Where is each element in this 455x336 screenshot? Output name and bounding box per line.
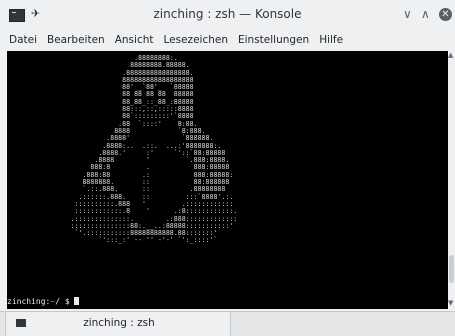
tab-bar: zinching : zsh xyxy=(0,311,455,336)
scroll-down-icon[interactable]: ▼ xyxy=(448,299,453,307)
maximize-button[interactable]: ∧ xyxy=(421,7,430,21)
prompt-user: zinching: xyxy=(7,297,51,306)
title-bar: ✈ zinching : zsh — Konsole ∨ ∧ ✕ xyxy=(0,0,455,30)
menu-bearbeiten[interactable]: Bearbeiten xyxy=(42,34,110,46)
menu-hilfe[interactable]: Hilfe xyxy=(314,34,348,46)
menu-einstellungen[interactable]: Einstellungen xyxy=(233,34,314,46)
menu-ansicht[interactable]: Ansicht xyxy=(110,34,159,46)
shell-prompt[interactable]: zinching:~/ $ xyxy=(7,297,80,307)
menu-bar: Datei Bearbeiten Ansicht Lesezeichen Ein… xyxy=(0,30,455,50)
close-button[interactable]: ✕ xyxy=(439,8,452,21)
menu-lesezeichen[interactable]: Lesezeichen xyxy=(159,34,234,46)
tab-zsh[interactable]: zinching : zsh xyxy=(5,312,231,336)
minimize-button[interactable]: ∨ xyxy=(403,7,412,21)
scrollbar-thumb[interactable] xyxy=(449,255,454,283)
menu-datei[interactable]: Datei xyxy=(4,34,42,46)
vertical-scrollbar[interactable]: ▲ ▼ xyxy=(448,51,455,309)
tab-label: zinching : zsh xyxy=(83,317,155,329)
text-cursor xyxy=(74,297,80,305)
terminal-view[interactable]: .88888888:. 88888888.88888. .88888888888… xyxy=(7,51,448,309)
window-title: zinching : zsh — Konsole xyxy=(153,7,302,21)
tux-ascii-art: .88888888:. 88888888.88888. .88888888888… xyxy=(70,54,238,245)
prompt-symbol: / $ xyxy=(55,297,70,306)
scroll-up-icon[interactable]: ▲ xyxy=(448,51,453,59)
